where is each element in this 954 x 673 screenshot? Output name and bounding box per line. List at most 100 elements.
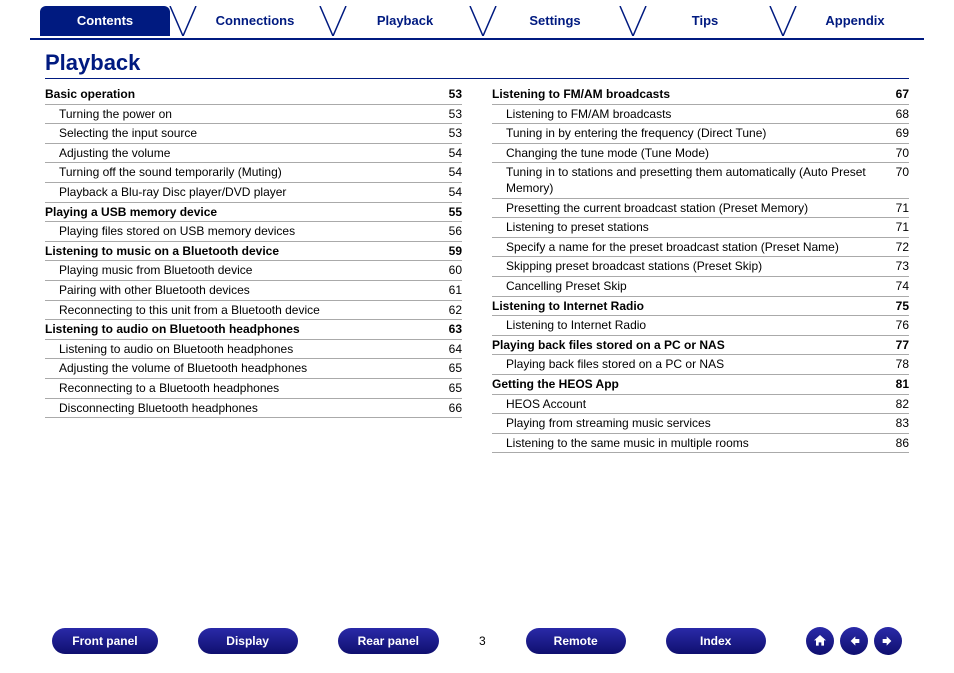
toc-label: Adjusting the volume xyxy=(45,146,178,162)
arrow-left-icon xyxy=(846,633,862,649)
toc-section[interactable]: Basic operation53 xyxy=(45,85,462,105)
toc-label: Selecting the input source xyxy=(45,126,205,142)
toc-section[interactable]: Getting the HEOS App81 xyxy=(492,375,909,395)
toc-page: 53 xyxy=(449,126,462,142)
toc-column-right: Listening to FM/AM broadcasts67Listening… xyxy=(492,85,909,453)
toc-section[interactable]: Listening to Internet Radio75 xyxy=(492,297,909,317)
tab-tips[interactable]: Tips xyxy=(640,6,770,36)
toc-label: Presetting the current broadcast station… xyxy=(492,201,816,217)
toc-page: 70 xyxy=(896,165,909,196)
toc-label: Listening to Internet Radio xyxy=(492,299,652,315)
toc-entry[interactable]: Listening to preset stations71 xyxy=(492,218,909,238)
toc-entry[interactable]: Playing back files stored on a PC or NAS… xyxy=(492,355,909,375)
toc-entry[interactable]: Playing files stored on USB memory devic… xyxy=(45,222,462,242)
toc-label: Listening to preset stations xyxy=(492,220,657,236)
toc-entry[interactable]: Listening to FM/AM broadcasts68 xyxy=(492,105,909,125)
home-button[interactable] xyxy=(806,627,834,655)
toc-section[interactable]: Listening to FM/AM broadcasts 67 xyxy=(492,85,909,105)
toc-label: Listening to audio on Bluetooth headphon… xyxy=(45,342,301,358)
page-title: Playback xyxy=(45,50,909,79)
toc-entry[interactable]: Specify a name for the preset broadcast … xyxy=(492,238,909,258)
toc-section[interactable]: Listening to audio on Bluetooth headphon… xyxy=(45,320,462,340)
toc-page: 72 xyxy=(896,240,909,256)
toc-label: Tuning in by entering the frequency (Dir… xyxy=(492,126,774,142)
toc-page: 62 xyxy=(449,303,462,319)
toc-entry[interactable]: Tuning in to stations and presetting the… xyxy=(492,163,909,198)
front-panel-button[interactable]: Front panel xyxy=(52,628,157,654)
toc-page: 77 xyxy=(896,338,909,354)
toc-entry[interactable]: Disconnecting Bluetooth headphones66 xyxy=(45,399,462,419)
tab-settings[interactable]: Settings xyxy=(490,6,620,36)
toc-page: 60 xyxy=(449,263,462,279)
toc-section[interactable]: Listening to music on a Bluetooth device… xyxy=(45,242,462,262)
toc-label: Playing a USB memory device xyxy=(45,205,225,221)
toc-label: Listening to music on a Bluetooth device xyxy=(45,244,287,260)
toc-section[interactable]: Playing back files stored on a PC or NAS… xyxy=(492,336,909,356)
remote-button[interactable]: Remote xyxy=(526,628,626,654)
toc-entry[interactable]: Selecting the input source 53 xyxy=(45,124,462,144)
toc-entry[interactable]: HEOS Account 82 xyxy=(492,395,909,415)
toc-label: Listening to audio on Bluetooth headphon… xyxy=(45,322,308,338)
display-button[interactable]: Display xyxy=(198,628,298,654)
toc-label: Changing the tune mode (Tune Mode) xyxy=(492,146,717,162)
toc-label: Turning the power on xyxy=(45,107,180,123)
arrow-right-icon xyxy=(880,633,896,649)
toc-label: Listening to FM/AM broadcasts xyxy=(492,87,678,103)
toc-label: Reconnecting to a Bluetooth headphones xyxy=(45,381,287,397)
toc-column-left: Basic operation53Turning the power on53S… xyxy=(45,85,462,453)
toc-label: Tuning in to stations and presetting the… xyxy=(492,165,896,196)
toc-entry[interactable]: Skipping preset broadcast stations (Pres… xyxy=(492,257,909,277)
toc-page: 73 xyxy=(896,259,909,275)
toc-section[interactable]: Playing a USB memory device55 xyxy=(45,203,462,223)
toc-entry[interactable]: Changing the tune mode (Tune Mode)70 xyxy=(492,144,909,164)
toc-page: 68 xyxy=(896,107,909,123)
tab-appendix[interactable]: Appendix xyxy=(790,6,920,36)
toc-page: 67 xyxy=(896,87,909,103)
toc-label: Playing from streaming music services xyxy=(492,416,719,432)
toc-entry[interactable]: Playing music from Bluetooth device60 xyxy=(45,261,462,281)
toc-entry[interactable]: Playing from streaming music services 83 xyxy=(492,414,909,434)
toc-label: Turning off the sound temporarily (Mutin… xyxy=(45,165,290,181)
toc-entry[interactable]: Reconnecting to this unit from a Bluetoo… xyxy=(45,301,462,321)
toc-page: 54 xyxy=(449,146,462,162)
toc-page: 65 xyxy=(449,361,462,377)
toc-entry[interactable]: Turning the power on 53 xyxy=(45,105,462,125)
rear-panel-button[interactable]: Rear panel xyxy=(338,628,439,654)
toc-entry[interactable]: Listening to Internet Radio76 xyxy=(492,316,909,336)
toc-page: 59 xyxy=(449,244,462,260)
toc-entry[interactable]: Playback a Blu-ray Disc player/DVD playe… xyxy=(45,183,462,203)
toc-entry[interactable]: Listening to audio on Bluetooth headphon… xyxy=(45,340,462,360)
toc-page: 71 xyxy=(896,201,909,217)
home-icon xyxy=(812,633,828,649)
toc-entry[interactable]: Adjusting the volume of Bluetooth headph… xyxy=(45,359,462,379)
toc-entry[interactable]: Cancelling Preset Skip74 xyxy=(492,277,909,297)
toc-entry[interactable]: Reconnecting to a Bluetooth headphones65 xyxy=(45,379,462,399)
tab-connections[interactable]: Connections xyxy=(190,6,320,36)
next-page-button[interactable] xyxy=(874,627,902,655)
toc-entry[interactable]: Adjusting the volume 54 xyxy=(45,144,462,164)
toc-label: Reconnecting to this unit from a Bluetoo… xyxy=(45,303,328,319)
toc-entry[interactable]: Presetting the current broadcast station… xyxy=(492,199,909,219)
toc-entry[interactable]: Tuning in by entering the frequency (Dir… xyxy=(492,124,909,144)
toc-entry[interactable]: Listening to the same music in multiple … xyxy=(492,434,909,454)
toc-page: 53 xyxy=(449,107,462,123)
toc-page: 82 xyxy=(896,397,909,413)
toc-page: 63 xyxy=(449,322,462,338)
tab-contents[interactable]: Contents xyxy=(40,6,170,36)
toc-page: 74 xyxy=(896,279,909,295)
toc-page: 83 xyxy=(896,416,909,432)
toc-label: Basic operation xyxy=(45,87,143,103)
toc-label: Getting the HEOS App xyxy=(492,377,627,393)
toc-label: Playing files stored on USB memory devic… xyxy=(45,224,303,240)
toc-entry[interactable]: Pairing with other Bluetooth devices61 xyxy=(45,281,462,301)
tab-bar: Contents Connections Playback Settings T… xyxy=(30,6,924,40)
index-button[interactable]: Index xyxy=(666,628,766,654)
toc-label: HEOS Account xyxy=(492,397,594,413)
toc-page: 78 xyxy=(896,357,909,373)
toc-label: Disconnecting Bluetooth headphones xyxy=(45,401,266,417)
tab-playback[interactable]: Playback xyxy=(340,6,470,36)
toc-page: 69 xyxy=(896,126,909,142)
prev-page-button[interactable] xyxy=(840,627,868,655)
toc-page: 54 xyxy=(449,185,462,201)
toc-entry[interactable]: Turning off the sound temporarily (Mutin… xyxy=(45,163,462,183)
